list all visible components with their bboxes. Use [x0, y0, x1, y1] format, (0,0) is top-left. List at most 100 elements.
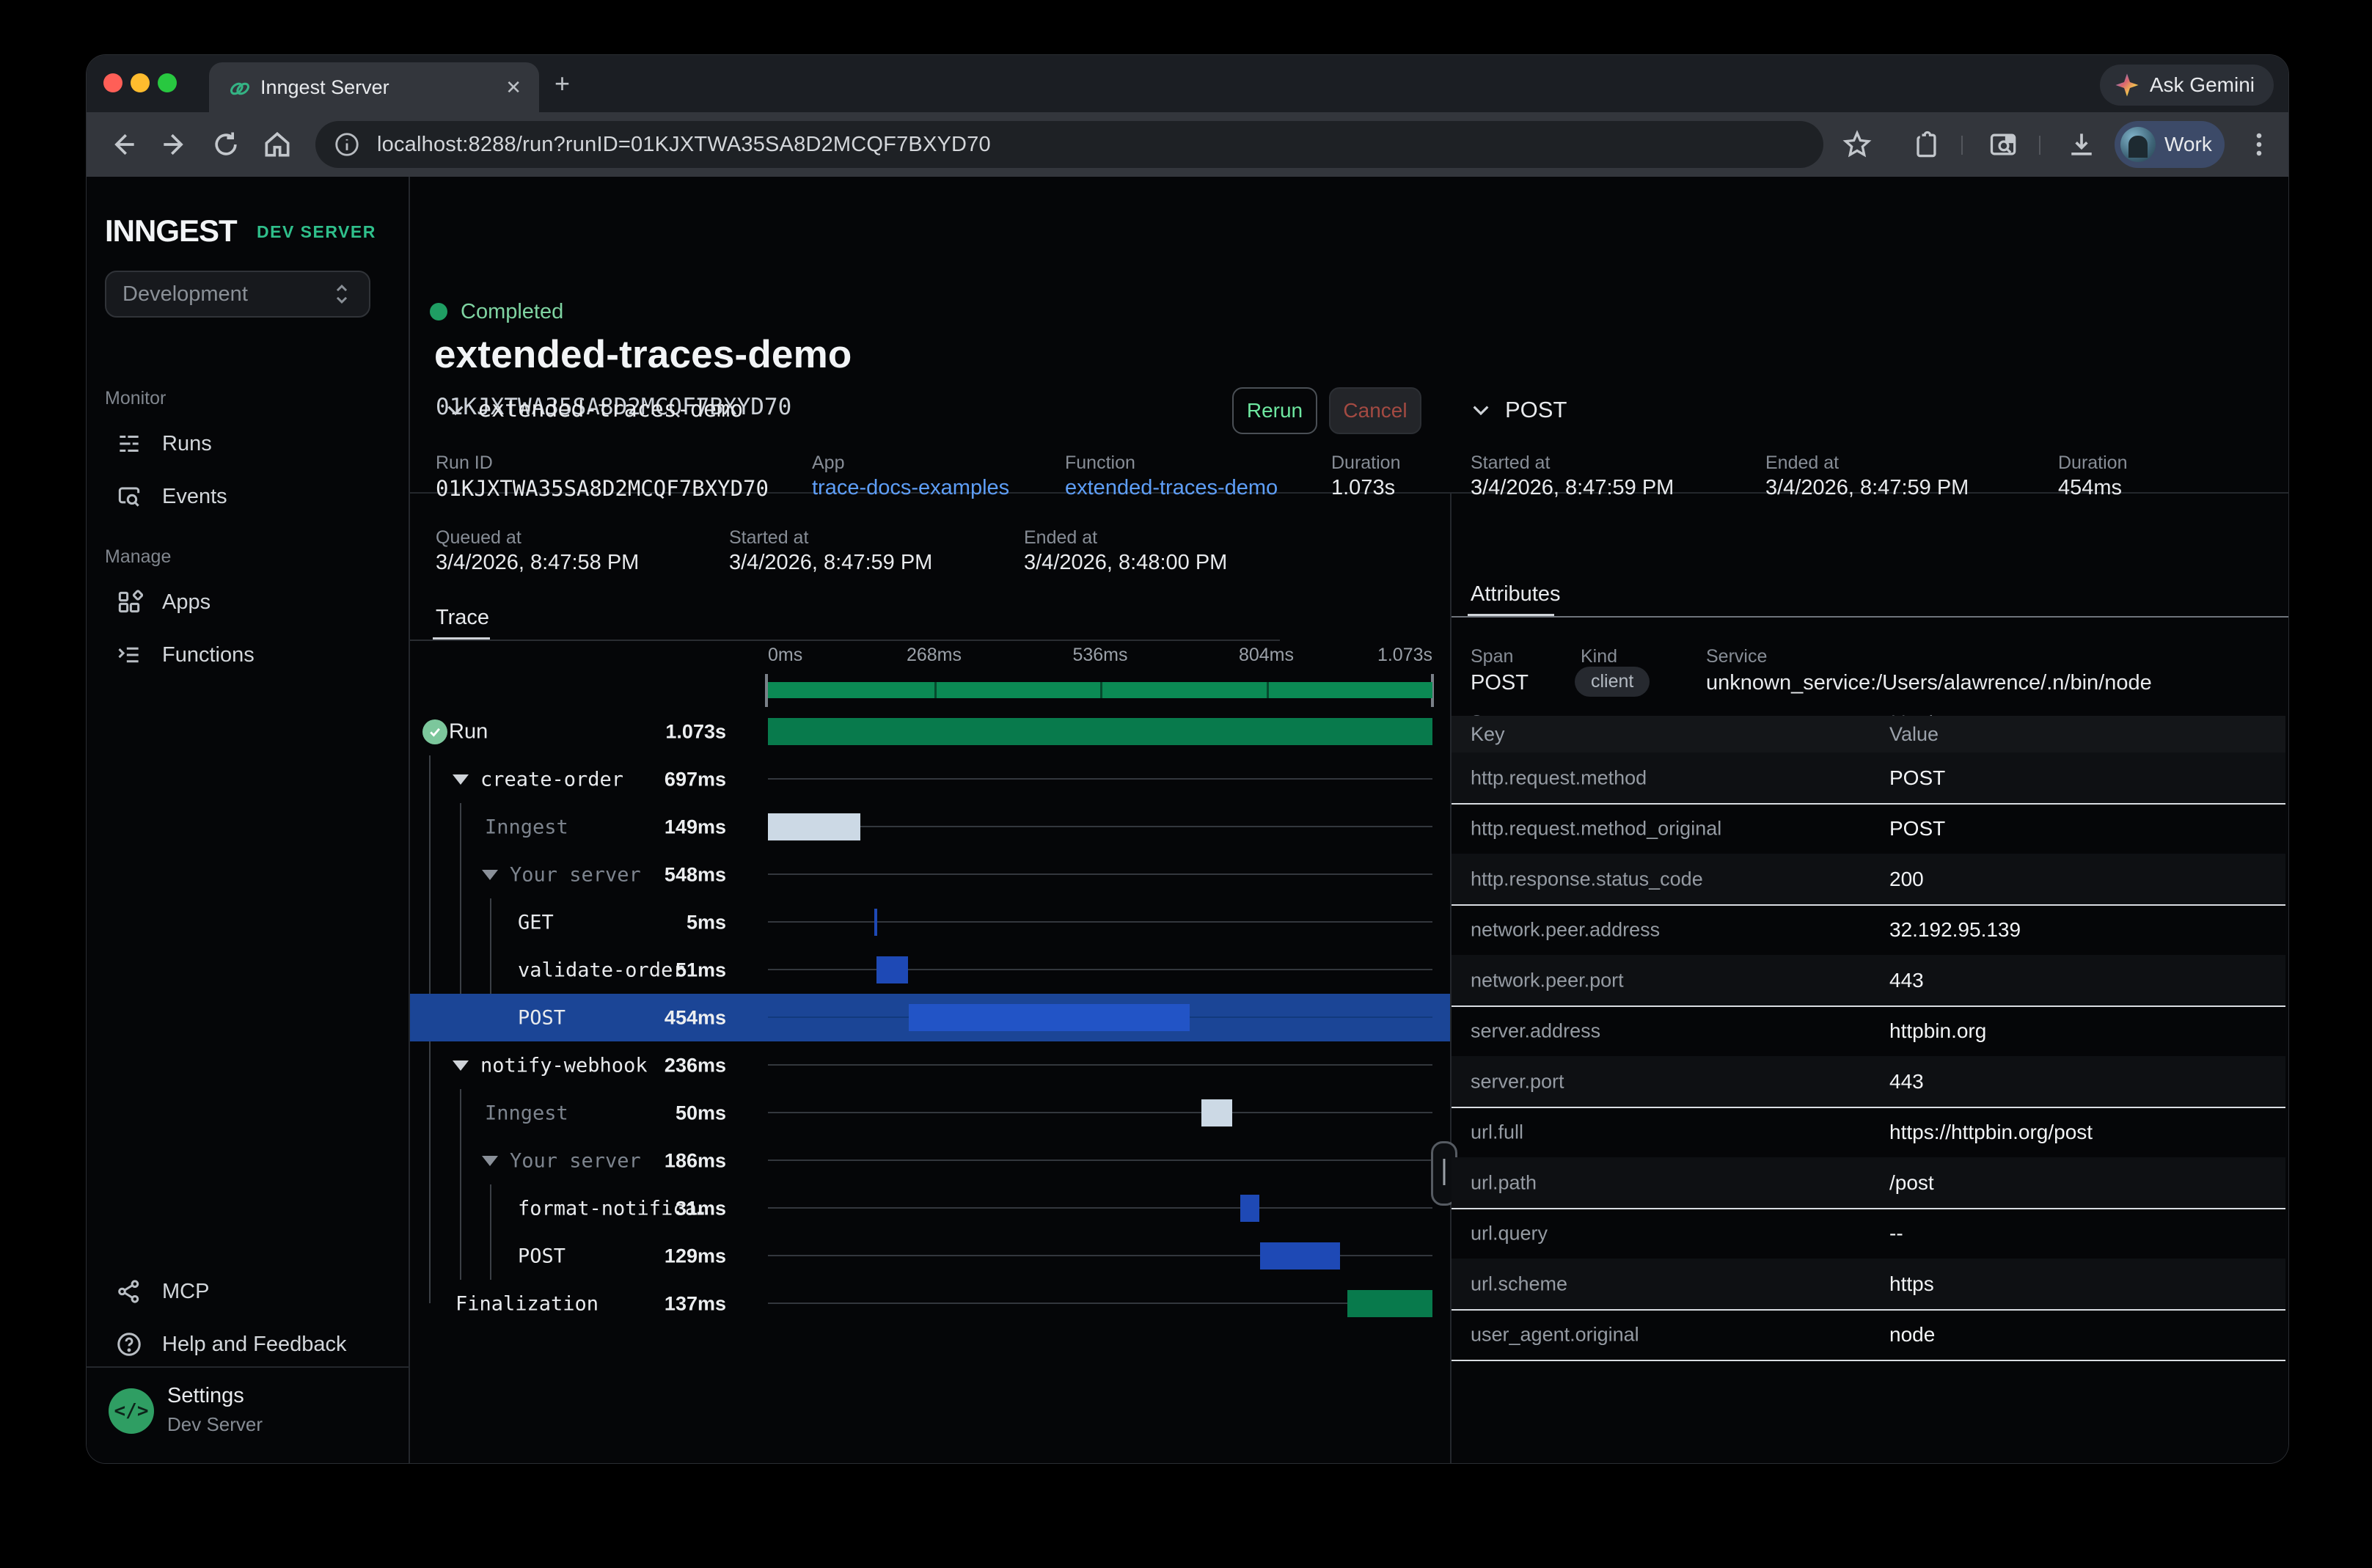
expand-arrow-icon[interactable] [482, 870, 498, 880]
rerun-button[interactable]: Rerun [1232, 387, 1317, 434]
field-value: 01KJXTWA35SA8D2MCQF7BXYD70 [436, 476, 769, 501]
environment-select[interactable]: Development [105, 271, 370, 318]
timeline-minimap[interactable] [768, 682, 1432, 698]
attribute-row-url.path[interactable]: url.path/post [1452, 1157, 2285, 1209]
sidebar-item-label: MCP [162, 1280, 209, 1304]
tab-attributes[interactable]: Attributes [1471, 582, 1561, 607]
trace-row-get[interactable]: GET5ms [410, 898, 1450, 946]
trace-row-inngest[interactable]: Inngest149ms [410, 803, 1450, 851]
profile-chip[interactable]: Work [2115, 121, 2225, 168]
extensions-icon[interactable] [1910, 128, 1942, 161]
select-chevrons-icon [331, 282, 353, 307]
collapse-chevron-icon[interactable] [444, 401, 467, 420]
download-icon[interactable] [2065, 128, 2098, 161]
reload-icon[interactable] [210, 128, 242, 161]
site-info-icon[interactable] [333, 131, 361, 158]
row-gridline [768, 1207, 1432, 1209]
divider [410, 640, 1280, 641]
attribute-row-http.request.method_original[interactable]: http.request.method_originalPOST [1452, 803, 2285, 855]
sidebar-item-help[interactable]: Help and Feedback [105, 1324, 384, 1365]
span-label: Inngest [485, 816, 568, 838]
trace-row-create-order[interactable]: create-order697ms [410, 755, 1450, 803]
span-bar[interactable] [1260, 1242, 1340, 1270]
trace-row-your-server[interactable]: Your server548ms [410, 851, 1450, 898]
new-tab-button[interactable]: + [554, 68, 570, 99]
attribute-row-url.query[interactable]: url.query-- [1452, 1208, 2285, 1260]
attribute-value: 443 [1889, 1070, 1924, 1093]
tab-close-icon[interactable]: ✕ [505, 76, 521, 99]
expand-arrow-icon[interactable] [453, 774, 469, 785]
attribute-key: server.address [1471, 1019, 1600, 1042]
field-value: 3/4/2026, 8:48:00 PM [1024, 551, 1227, 575]
ask-gemini-button[interactable]: Ask Gemini [2100, 65, 2274, 106]
cancel-button[interactable]: Cancel [1329, 387, 1421, 434]
search-tabs-icon[interactable] [1988, 128, 2020, 161]
span-bar[interactable] [1201, 1099, 1233, 1126]
span-bar[interactable] [768, 718, 1432, 745]
trace-row-notify-webhook[interactable]: notify-webhook236ms [410, 1041, 1450, 1089]
span-bar[interactable] [874, 909, 878, 936]
trace-row-your-server[interactable]: Your server186ms [410, 1137, 1450, 1184]
expand-arrow-icon[interactable] [453, 1060, 469, 1071]
span-bar[interactable] [768, 813, 860, 840]
span-bar[interactable] [909, 1004, 1190, 1031]
trace-row-format-notifica-[interactable]: format-notifica…31ms [410, 1184, 1450, 1232]
attribute-row-network.peer.port[interactable]: network.peer.port443 [1452, 955, 2285, 1007]
trace-row-post[interactable]: POST454ms [410, 994, 1450, 1041]
attribute-row-http.response.status_code[interactable]: http.response.status_code200 [1452, 854, 2285, 906]
span-label: GET [518, 911, 554, 934]
row-gridline [768, 1064, 1432, 1066]
sidebar-item-functions[interactable]: Functions [105, 634, 384, 675]
sidebar-item-mcp[interactable]: MCP [105, 1271, 384, 1312]
gemini-sparkle-icon [2115, 73, 2139, 98]
divider [1452, 616, 2288, 618]
expand-arrow-icon[interactable] [482, 1156, 498, 1166]
attribute-row-url.scheme[interactable]: url.schemehttps [1452, 1259, 2285, 1311]
trace-row-inngest[interactable]: Inngest50ms [410, 1089, 1450, 1137]
attribute-row-url.full[interactable]: url.fullhttps://httpbin.org/post [1452, 1107, 2285, 1159]
attribute-row-network.peer.address[interactable]: network.peer.address32.192.95.139 [1452, 904, 2285, 956]
minimize-window-button[interactable] [131, 73, 150, 92]
field-label: App [812, 453, 844, 474]
attribute-row-server.port[interactable]: server.port443 [1452, 1056, 2285, 1108]
browser-tab[interactable]: Inngest Server ✕ [209, 62, 539, 112]
browser-toolbar: localhost:8288/run?runID=01KJXTWA35SA8D2… [87, 112, 2288, 177]
attribute-row-server.address[interactable]: server.addresshttpbin.org [1452, 1005, 2285, 1058]
tab-trace[interactable]: Trace [436, 606, 489, 630]
maximize-window-button[interactable] [158, 73, 177, 92]
row-gridline [768, 921, 1432, 923]
bookmark-star-icon[interactable] [1841, 128, 1873, 161]
span-bar[interactable] [1240, 1195, 1259, 1222]
field-value: 3/4/2026, 8:47:59 PM [1765, 476, 1969, 500]
sidebar-item-runs[interactable]: Runs [105, 423, 384, 464]
back-icon[interactable] [107, 128, 139, 161]
attribute-key: http.request.method_original [1471, 817, 1721, 840]
span-bar[interactable] [1347, 1290, 1432, 1317]
trace-row-post[interactable]: POST129ms [410, 1232, 1450, 1280]
trace-row-validate-order[interactable]: validate-order51ms [410, 946, 1450, 994]
span-collapse-chevron-icon[interactable] [1469, 401, 1493, 420]
attribute-key: http.request.method [1471, 766, 1647, 789]
trace-row-finalization[interactable]: Finalization137ms [410, 1280, 1450, 1327]
trace-row-run[interactable]: Run1.073s [410, 708, 1450, 755]
home-icon[interactable] [261, 128, 293, 161]
sidebar-item-apps[interactable]: Apps [105, 582, 384, 623]
close-window-button[interactable] [103, 73, 122, 92]
menu-dots-icon[interactable] [2243, 128, 2275, 161]
attribute-row-http.request.method[interactable]: http.request.methodPOST [1452, 752, 2285, 805]
attribute-row-user_agent.original[interactable]: user_agent.originalnode [1452, 1309, 2285, 1361]
url-bar[interactable]: localhost:8288/run?runID=01KJXTWA35SA8D2… [315, 121, 1823, 168]
attribute-key: url.query [1471, 1222, 1548, 1245]
span-bar[interactable] [876, 956, 908, 983]
axis-tick-label: 1.073s [1352, 645, 1432, 666]
attribute-value: 443 [1889, 969, 1924, 992]
forward-icon[interactable] [158, 128, 191, 161]
sidebar-item-label: Events [162, 485, 227, 509]
sidebar-item-events[interactable]: Events [105, 476, 384, 517]
help-circle-icon [115, 1330, 143, 1358]
function-link[interactable]: extended-traces-demo [1065, 476, 1278, 500]
settings-item[interactable]: </> Settings Dev Server [87, 1366, 409, 1463]
span-duration: 1.073s [594, 720, 726, 743]
run-card-name[interactable]: extended-traces-demo [478, 397, 743, 422]
app-link[interactable]: trace-docs-examples [812, 476, 1009, 500]
